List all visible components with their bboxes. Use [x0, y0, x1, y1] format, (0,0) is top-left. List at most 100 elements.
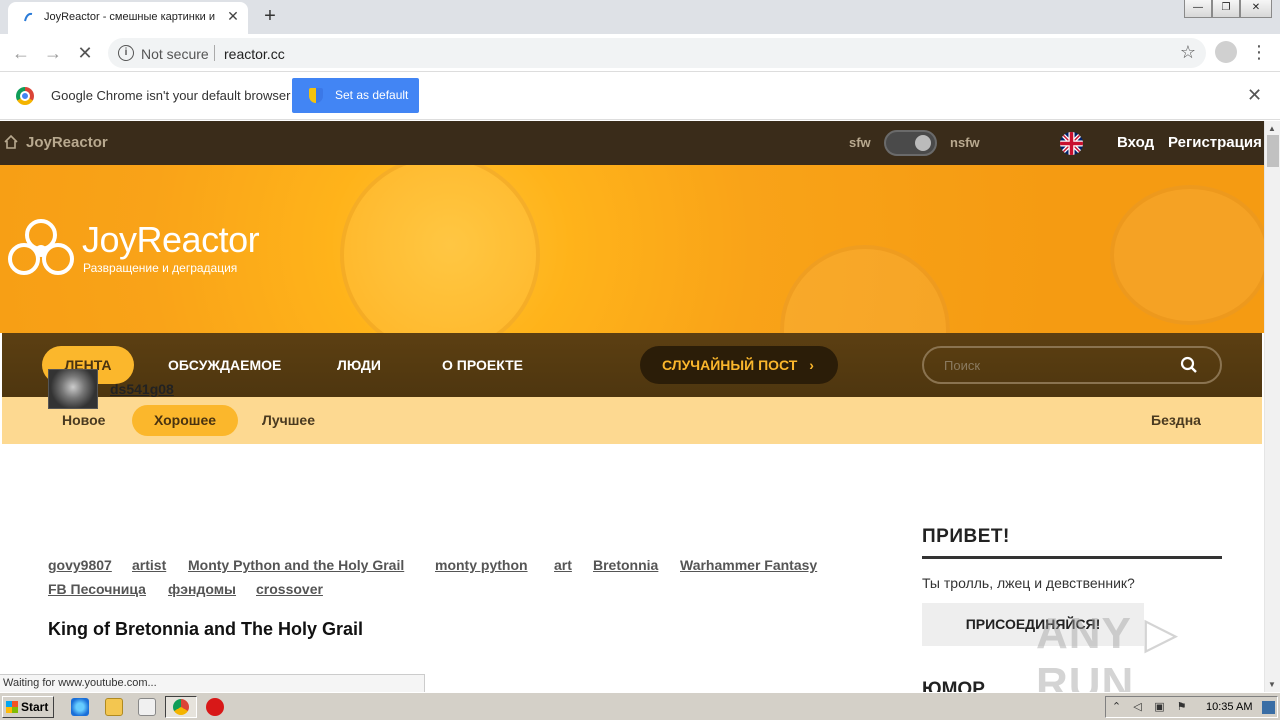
bookmark-star-icon[interactable]: ☆	[1180, 42, 1196, 63]
subnav-good-tab[interactable]: Хорошее	[132, 405, 238, 436]
site-topbar: JoyReactor sfw nsfw Вход Регистрация	[0, 121, 1264, 165]
post-tag-link[interactable]: govy9807	[48, 557, 112, 573]
biohazard-logo-icon[interactable]	[4, 213, 78, 281]
search-box[interactable]	[922, 346, 1222, 384]
sfw-label: sfw	[849, 135, 871, 150]
nsfw-label: nsfw	[950, 135, 980, 150]
post-tag-link[interactable]: FB Песочница	[48, 581, 146, 597]
default-browser-infobar: Google Chrome isn't your default browser…	[0, 72, 1280, 120]
banner-slogan: Развращение и деградация	[83, 261, 238, 275]
tab-title: JoyReactor - смешные картинки и	[44, 11, 216, 23]
post-tag-link[interactable]: art	[554, 557, 572, 573]
back-icon[interactable]: ←	[8, 40, 34, 66]
web-page: JoyReactor sfw nsfw Вход Регистрация Joy…	[0, 121, 1264, 692]
chevron-right-icon: ›	[809, 357, 814, 373]
infobar-message: Google Chrome isn't your default browser	[51, 88, 291, 103]
media-player-icon[interactable]	[138, 698, 156, 716]
internet-explorer-icon[interactable]	[71, 698, 89, 716]
set-as-default-label: Set as default	[335, 88, 409, 102]
windows-logo-icon	[6, 701, 18, 713]
new-tab-button[interactable]: +	[258, 4, 282, 28]
show-desktop-icon[interactable]	[1262, 701, 1275, 714]
chrome-logo-icon	[16, 87, 34, 105]
post-title: King of Bretonnia and The Holy Grail	[48, 619, 364, 639]
post-tag-link[interactable]: фэндомы	[168, 581, 236, 597]
login-link[interactable]: Вход	[1117, 134, 1154, 151]
post-tag-link[interactable]: crossover	[256, 581, 323, 597]
tab-close-icon[interactable]: ✕	[224, 7, 242, 25]
system-tray: ⌃ ◁ ▣ ⚑ 10:35 AM	[1105, 696, 1278, 718]
post-tag-link[interactable]: Bretonnia	[593, 557, 658, 573]
sidebar-greeting: Ты тролль, лжец и девственник?	[922, 575, 1135, 591]
subnav-abyss-tab[interactable]: Бездна	[1151, 412, 1201, 428]
explorer-folder-icon[interactable]	[105, 698, 123, 716]
chrome-taskbar-button[interactable]	[165, 696, 197, 718]
subnav-new-tab[interactable]: Новое	[62, 412, 105, 428]
sidebar-heading-underline	[922, 556, 1222, 559]
site-banner: JoyReactor Развращение и деградация	[0, 165, 1264, 333]
antivirus-icon[interactable]	[206, 698, 224, 716]
profile-avatar-icon[interactable]	[1215, 41, 1237, 63]
browser-titlebar: JoyReactor - смешные картинки и ✕ + — ❐ …	[0, 0, 1280, 34]
url-text[interactable]: reactor.cc	[224, 46, 285, 62]
scroll-down-icon[interactable]: ▼	[1268, 680, 1276, 689]
search-input[interactable]	[944, 356, 1174, 374]
minimize-icon[interactable]: —	[1184, 0, 1212, 18]
toggle-knob	[915, 135, 931, 151]
volume-icon[interactable]: ◁	[1131, 701, 1144, 714]
omnibox-divider	[214, 45, 215, 61]
post-tag-link[interactable]: Monty Python and the Holy Grail	[188, 557, 404, 573]
random-post-button[interactable]: СЛУЧАЙНЫЙ ПОСТ ›	[640, 346, 838, 384]
joyreactor-favicon-icon	[24, 12, 33, 22]
action-center-flag-icon[interactable]: ⚑	[1175, 701, 1188, 714]
banner-troll-face-decoration	[1110, 185, 1264, 325]
nav-about-tab[interactable]: О ПРОЕКТЕ	[442, 357, 523, 373]
home-icon[interactable]	[4, 135, 18, 149]
main-navigation: ЛЕНТА ОБСУЖДАЕМОЕ ЛЮДИ О ПРОЕКТЕ СЛУЧАЙН…	[2, 333, 1262, 397]
subnav-best-tab[interactable]: Лучшее	[262, 412, 315, 428]
banner-logo-text[interactable]: JoyReactor	[82, 219, 260, 261]
network-icon[interactable]: ▣	[1153, 701, 1166, 714]
sidebar-humor-heading: ЮМОР	[922, 679, 985, 692]
nav-people-tab[interactable]: ЛЮДИ	[337, 357, 381, 373]
tray-expand-icon[interactable]: ⌃	[1110, 701, 1123, 714]
sub-navigation: Новое Хорошее Лучшее Бездна	[2, 397, 1262, 444]
chrome-icon	[173, 699, 189, 715]
uk-flag-icon[interactable]	[1060, 132, 1083, 155]
windows-taskbar: Start ⌃ ◁ ▣ ⚑ 10:35 AM	[0, 692, 1280, 720]
start-label: Start	[21, 700, 49, 714]
start-button[interactable]: Start	[2, 696, 54, 718]
page-scrollbar[interactable]: ▲ ▼	[1264, 121, 1280, 692]
banner-troll-face-decoration	[340, 165, 540, 333]
post-tag-link[interactable]: artist	[132, 557, 166, 573]
register-link[interactable]: Регистрация	[1168, 134, 1262, 151]
nav-discussed-tab[interactable]: ОБСУЖДАЕМОЕ	[168, 357, 281, 373]
post-tag-link[interactable]: Warhammer Fantasy	[680, 557, 817, 573]
forward-icon[interactable]: →	[40, 40, 66, 66]
random-post-label: СЛУЧАЙНЫЙ ПОСТ	[662, 357, 798, 373]
browser-toolbar: ← → ✕ i Not secure reactor.cc ☆ ⋮	[0, 34, 1280, 72]
post-tag-link[interactable]: monty python	[435, 557, 528, 573]
address-bar[interactable]: i Not secure reactor.cc ☆	[108, 38, 1206, 68]
set-as-default-button[interactable]: Set as default	[292, 78, 419, 113]
post-author-link[interactable]: ds541g08	[110, 381, 174, 397]
restore-icon[interactable]: ❐	[1212, 0, 1240, 18]
search-icon[interactable]	[1180, 356, 1198, 374]
topbar-brand-link[interactable]: JoyReactor	[26, 134, 108, 151]
uac-shield-icon	[309, 88, 323, 103]
sfw-nsfw-toggle[interactable]	[884, 130, 937, 156]
window-close-icon[interactable]: ✕	[1240, 0, 1272, 18]
infobar-close-icon[interactable]: ✕	[1247, 85, 1262, 106]
chrome-menu-icon[interactable]: ⋮	[1250, 41, 1268, 65]
stop-loading-icon[interactable]: ✕	[72, 40, 98, 66]
scroll-thumb[interactable]	[1267, 135, 1279, 167]
clock[interactable]: 10:35 AM	[1206, 701, 1252, 713]
loading-status-bubble: Waiting for www.youtube.com...	[0, 674, 425, 693]
scroll-up-icon[interactable]: ▲	[1268, 124, 1276, 133]
sidebar-hello-heading: ПРИВЕТ!	[922, 526, 1010, 547]
info-icon[interactable]: i	[118, 45, 134, 61]
author-avatar[interactable]	[48, 369, 98, 409]
banner-radiation-decoration	[780, 245, 950, 333]
security-label: Not secure	[141, 46, 209, 62]
browser-tab[interactable]: JoyReactor - смешные картинки и ✕	[8, 2, 248, 34]
